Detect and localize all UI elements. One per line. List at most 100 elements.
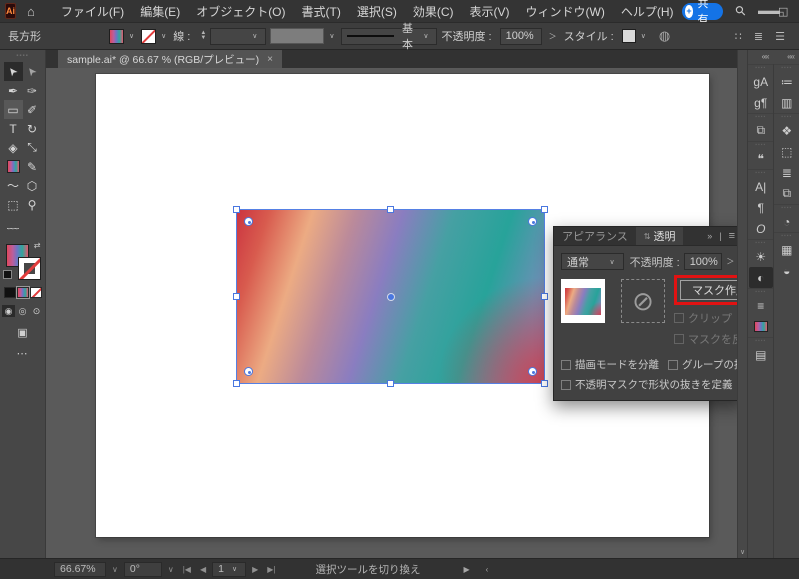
rotation-field[interactable]: 0°	[123, 561, 162, 577]
home-icon[interactable]: ⌂	[27, 4, 35, 19]
status-expand-icon[interactable]: ▶	[464, 565, 470, 574]
make-mask-button[interactable]: マスク作成	[680, 280, 737, 300]
artboards-icon[interactable]: ⬚	[775, 141, 799, 162]
color-button[interactable]	[3, 287, 16, 298]
selection-handle[interactable]	[541, 380, 548, 387]
isolate-blending-checkbox[interactable]	[561, 359, 571, 370]
fill-swatch[interactable]	[109, 28, 124, 44]
panel-opacity-field[interactable]: 100%	[683, 253, 722, 270]
corner-widget[interactable]	[244, 217, 253, 226]
selection-handle[interactable]	[541, 206, 548, 213]
dock-group-grip[interactable]: ▪▪▪▪	[748, 113, 774, 120]
scroll-down-icon[interactable]: ∨	[740, 548, 745, 556]
stroke-caret-icon[interactable]: ∨	[161, 32, 166, 40]
document-tab[interactable]: sample.ai* @ 66.67 % (RGB/プレビュー) ×	[58, 50, 282, 68]
canvas[interactable]: アピアランス ⇅ 透明 » | ≡ 通常 ∨ 不透明度: 100% ＞ ⊘ マ…	[46, 68, 737, 558]
zoom-level-field[interactable]: 66.67%	[54, 561, 106, 577]
opacity-value-field[interactable]: 100%	[499, 27, 542, 45]
libraries-icon[interactable]: ▤	[749, 344, 773, 365]
dock-group-grip[interactable]: ▪▪▪▪	[774, 232, 799, 239]
dock-group-grip[interactable]: ▪▪▪▪	[748, 141, 774, 148]
properties-icon[interactable]: ≔	[775, 71, 799, 92]
dock-group-grip[interactable]: ▪▪▪▪	[748, 337, 774, 344]
selection-handle[interactable]	[233, 292, 240, 300]
dock-group-grip[interactable]: ▪▪▪▪	[748, 288, 774, 295]
glyphs-panel-icon[interactable]: ɡA	[749, 71, 773, 92]
workspace-switcher-icon[interactable]: ◱	[778, 5, 788, 18]
style-swatch[interactable]	[621, 29, 636, 43]
dock-group-grip[interactable]: ▪▪▪▪	[774, 113, 799, 120]
arrange-documents-icon[interactable]: ▬▬	[758, 5, 780, 17]
artboard-tool[interactable]: ⬚	[4, 195, 23, 214]
dock-group-grip[interactable]: ▪▪▪▪	[748, 64, 774, 71]
collapse-dock-icon[interactable]: ««	[774, 50, 799, 64]
menu-effect[interactable]: 効果(C)	[405, 3, 462, 20]
rotate-tool[interactable]: ↻	[23, 119, 42, 138]
curvature-tool[interactable]: ✑	[23, 81, 42, 100]
panel-menu-icon[interactable]: ≡	[729, 230, 735, 242]
selected-gradient-rectangle[interactable]	[233, 206, 548, 387]
menu-type[interactable]: 書式(T)	[294, 3, 349, 20]
invert-mask-checkbox[interactable]	[674, 334, 684, 344]
rectangle-tool[interactable]: ▭	[3, 100, 23, 119]
recolor-artwork-icon[interactable]: ◍	[659, 28, 670, 44]
type-tool[interactable]: T	[4, 119, 23, 138]
profile-caret-icon[interactable]: ∨	[329, 32, 334, 40]
tab-appearance[interactable]: アピアランス	[554, 227, 636, 245]
scale-tool[interactable]: ⤡	[23, 138, 42, 157]
selection-handle[interactable]	[541, 292, 548, 300]
tab-transparency[interactable]: ⇅ 透明	[635, 227, 684, 245]
menu-select[interactable]: 選択(S)	[349, 3, 405, 20]
fill-caret-icon[interactable]: ∨	[129, 32, 134, 40]
stroke-icon[interactable]: ≡	[749, 295, 773, 316]
isolate-grid-icon[interactable]: ∷	[735, 30, 742, 43]
warp-tool[interactable]: 〜	[4, 176, 23, 195]
status-scroll-left-icon[interactable]: ‹	[486, 565, 489, 574]
stroke-color-well[interactable]	[17, 257, 41, 280]
tab-close-icon[interactable]: ×	[267, 54, 273, 65]
dock-group-grip[interactable]: ▪▪▪▪	[774, 64, 799, 71]
transparency-icon[interactable]: ◐	[748, 267, 773, 288]
brush-definition-dropdown[interactable]: 基本 ∨	[341, 23, 438, 51]
next-artboard-icon[interactable]: ▶	[249, 565, 261, 574]
none-button[interactable]	[29, 287, 42, 298]
prev-artboard-icon[interactable]: ◀	[197, 565, 209, 574]
stroke-swatch[interactable]	[141, 28, 157, 44]
comments-icon[interactable]: ❝	[749, 148, 773, 169]
selection-handle[interactable]	[386, 380, 394, 387]
style-caret-icon[interactable]: ∨	[641, 32, 646, 40]
width-profile-dropdown[interactable]	[270, 28, 325, 44]
selection-tool[interactable]: ➤	[3, 62, 23, 81]
draw-normal-icon[interactable]: ◉	[2, 305, 15, 317]
stroke-weight-stepper[interactable]: ▲ ▼	[200, 30, 206, 41]
shape-builder-tool[interactable]: ⬡	[23, 176, 42, 195]
menu-view[interactable]: 表示(V)	[462, 3, 518, 20]
collapse-panel-icon[interactable]: »	[707, 231, 712, 241]
eyedropper-tool[interactable]: ✎	[23, 157, 42, 176]
menu-file[interactable]: ファイル(F)	[53, 3, 132, 20]
selection-handle[interactable]	[386, 206, 394, 213]
gradient-button[interactable]	[15, 286, 30, 299]
corner-widget[interactable]	[528, 217, 537, 226]
control-menu-icon[interactable]: ☰	[775, 30, 785, 43]
layers-icon[interactable]: ❖	[775, 120, 799, 141]
swatches-icon[interactable]: ▦	[775, 239, 799, 260]
pen-tool[interactable]: ✒	[4, 81, 23, 100]
gradient-panel-icon[interactable]: ◔	[775, 211, 799, 232]
menu-edit[interactable]: 編集(E)	[132, 3, 188, 20]
share-button[interactable]: + 共有	[681, 0, 723, 26]
artboard-number-field[interactable]: 1 ∨	[212, 561, 247, 577]
panel-options-icon[interactable]: ≣	[754, 30, 763, 43]
zoom-tool[interactable]: ⚲	[23, 195, 42, 214]
draw-behind-icon[interactable]: ◎	[16, 305, 29, 317]
default-fill-stroke-icon[interactable]	[2, 270, 12, 279]
color-icon[interactable]: ◒	[775, 260, 799, 281]
object-thumbnail[interactable]	[561, 279, 605, 323]
define-knockout-checkbox[interactable]	[561, 379, 571, 390]
opentype-icon[interactable]: O	[749, 218, 773, 239]
search-icon[interactable]: ⚲	[731, 2, 749, 20]
stroke-weight-dropdown[interactable]: ∨	[210, 27, 267, 45]
gradient-tool[interactable]	[4, 157, 23, 176]
selection-handle[interactable]	[233, 206, 240, 213]
paragraph-icon[interactable]: ¶	[749, 197, 773, 218]
